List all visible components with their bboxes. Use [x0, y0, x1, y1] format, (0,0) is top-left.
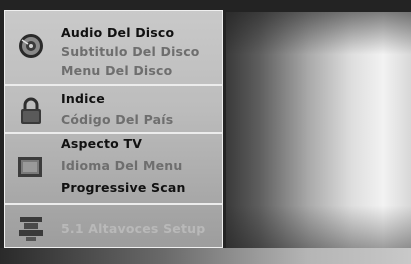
menu-item-codigo-del-pais[interactable]: Código Del País: [61, 112, 173, 127]
lock-icon: [16, 97, 46, 124]
menu-group-tv: Aspecto TV Idioma Del Menu Progressive S…: [5, 134, 222, 205]
menu-item-indice[interactable]: Indice: [61, 91, 105, 106]
menu-item-aspecto-tv[interactable]: Aspecto TV: [61, 136, 142, 151]
menu-item-progressive-scan[interactable]: Progressive Scan: [61, 180, 186, 195]
menu-item-menu-del-disco[interactable]: Menu Del Disco: [61, 63, 172, 78]
setup-menu-panel: Audio Del Disco Subtitulo Del Disco Menu…: [4, 10, 223, 248]
speaker-icon: [16, 215, 46, 241]
menu-item-subtitulo-del-disco[interactable]: Subtitulo Del Disco: [61, 44, 200, 59]
disc-icon: [16, 33, 46, 59]
menu-item-altavoces-setup[interactable]: 5.1 Altavoces Setup: [61, 221, 205, 236]
menu-group-disc: Audio Del Disco Subtitulo Del Disco Menu…: [5, 11, 222, 86]
preview-area: [226, 12, 411, 248]
menu-item-idioma-del-menu[interactable]: Idioma Del Menu: [61, 158, 183, 173]
menu-group-lock: Indice Código Del País: [5, 86, 222, 134]
menu-group-speakers: 5.1 Altavoces Setup: [5, 205, 222, 247]
bottom-status-bar: [0, 248, 411, 264]
tv-screen-icon: [16, 154, 46, 180]
menu-item-audio-del-disco[interactable]: Audio Del Disco: [61, 25, 174, 40]
